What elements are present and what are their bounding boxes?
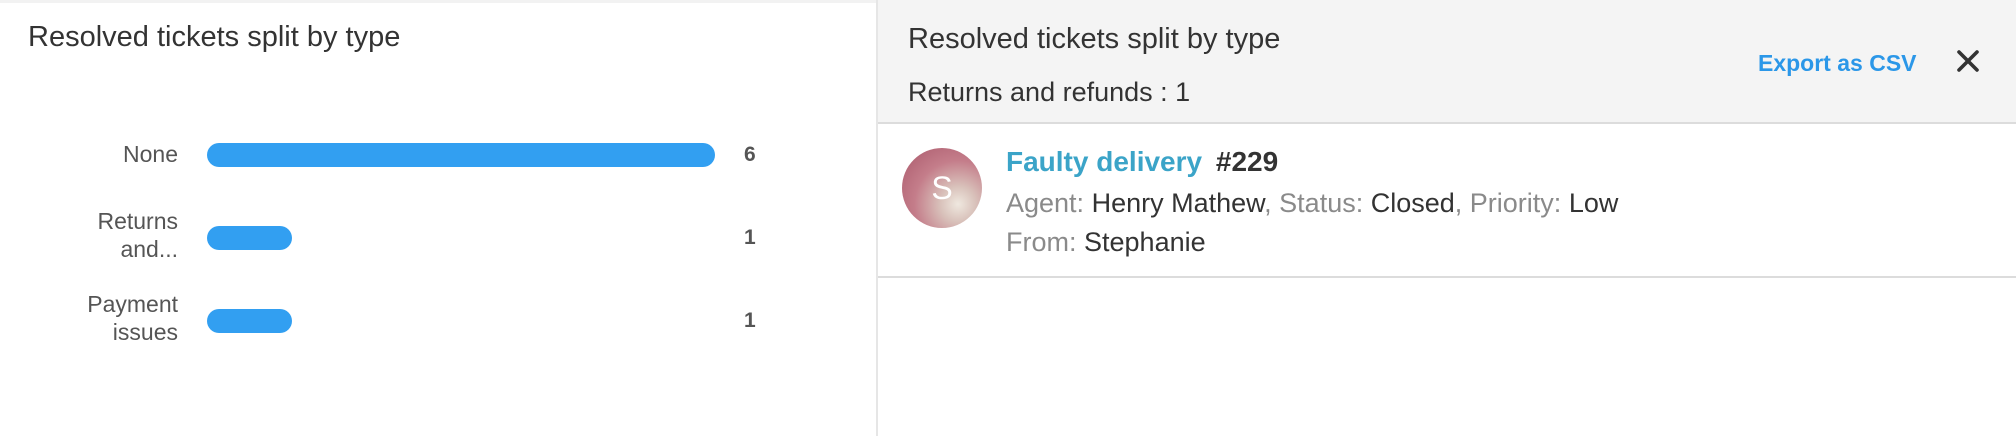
category-label-line: issues bbox=[112, 319, 178, 345]
category-label-line: Returns bbox=[97, 208, 178, 234]
ticket-title-line: Faulty delivery #229 bbox=[1006, 146, 1278, 178]
bar-value-label: 1 bbox=[744, 226, 756, 249]
bar-value-label: 6 bbox=[744, 143, 756, 166]
avatar-letter: S bbox=[931, 170, 953, 206]
ticket-number: #229 bbox=[1215, 146, 1279, 177]
close-button[interactable] bbox=[1953, 46, 1983, 76]
ticket-list-item[interactable]: S Faulty delivery #229 Agent: Henry Math… bbox=[878, 126, 2016, 278]
priority-key: Priority: bbox=[1469, 188, 1562, 218]
category-label: Returns and... bbox=[8, 207, 178, 263]
category-label-line: Payment bbox=[87, 291, 178, 317]
detail-subtitle: Returns and refunds : 1 bbox=[908, 77, 1191, 107]
chart-row[interactable]: None 6 bbox=[0, 139, 876, 199]
ticket-from: From: Stephanie bbox=[1006, 227, 1206, 258]
ticket-subject-link[interactable]: Faulty delivery bbox=[1006, 146, 1202, 177]
agent-key: Agent: bbox=[1006, 188, 1085, 218]
chart-row[interactable]: Returns and... 1 bbox=[0, 208, 876, 282]
chart-panel: Resolved tickets split by type None 6 Retu… bbox=[0, 0, 876, 436]
chart-row[interactable]: Payment issues 1 bbox=[0, 291, 876, 365]
bar-track bbox=[207, 143, 715, 167]
status-key: Status: bbox=[1279, 188, 1364, 218]
status-value: Closed bbox=[1370, 188, 1455, 218]
category-label: Payment issues bbox=[8, 290, 178, 346]
bar[interactable] bbox=[207, 309, 292, 333]
detail-panel: Resolved tickets split by type Returns a… bbox=[878, 0, 2016, 436]
bar[interactable] bbox=[207, 226, 292, 250]
agent-value: Henry Mathew bbox=[1091, 188, 1265, 218]
bar-track bbox=[207, 226, 715, 250]
chart-title: Resolved tickets split by type bbox=[28, 21, 401, 53]
from-key: From: bbox=[1006, 227, 1077, 257]
bar-value-label: 1 bbox=[744, 309, 756, 332]
avatar: S bbox=[902, 148, 982, 228]
from-value: Stephanie bbox=[1084, 227, 1206, 257]
ticket-meta: Agent: Henry Mathew, Status: Closed, Pri… bbox=[1006, 188, 1618, 219]
priority-value: Low bbox=[1568, 188, 1619, 218]
category-label-line: and... bbox=[120, 236, 178, 262]
meta-separator: , bbox=[1264, 188, 1280, 218]
detail-header: Resolved tickets split by type Returns a… bbox=[878, 0, 2016, 124]
category-label: None bbox=[8, 140, 178, 168]
bar-track bbox=[207, 309, 715, 333]
meta-separator: , bbox=[1454, 188, 1470, 218]
export-csv-link[interactable]: Export as CSV bbox=[1758, 50, 1917, 77]
category-label-line: None bbox=[123, 141, 178, 167]
close-icon bbox=[1957, 50, 1979, 72]
detail-title: Resolved tickets split by type bbox=[908, 23, 1281, 55]
bar[interactable] bbox=[207, 143, 715, 167]
